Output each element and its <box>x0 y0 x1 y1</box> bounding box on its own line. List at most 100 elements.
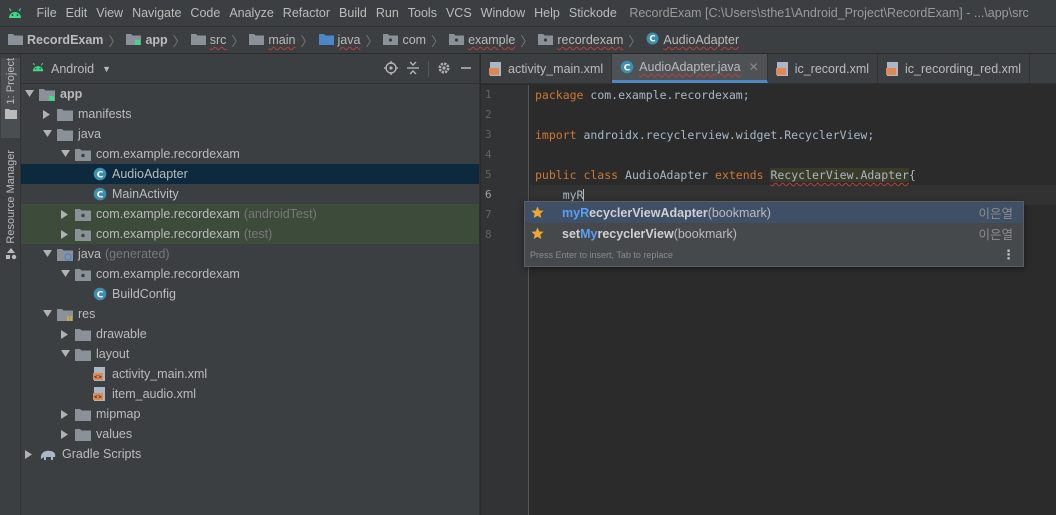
breadcrumb-com[interactable]: com <box>383 33 426 48</box>
breadcrumb-example[interactable]: example <box>449 33 515 48</box>
close-icon[interactable]: ✕ <box>749 60 759 74</box>
menu-tools[interactable]: Tools <box>403 6 441 20</box>
tree-node-res[interactable]: res <box>21 304 479 324</box>
android-icon <box>31 61 45 76</box>
breadcrumb-project[interactable]: RecordExam <box>8 33 103 48</box>
package-icon <box>75 148 91 161</box>
breadcrumb-label: recordexam <box>557 33 624 47</box>
collapsed-arrow-icon[interactable] <box>59 329 71 339</box>
tree-node-drawable[interactable]: drawable <box>21 324 479 344</box>
match-text: My <box>580 226 598 241</box>
tree-node-buildconfig[interactable]: C BuildConfig <box>21 284 479 304</box>
xml-file-icon <box>775 61 790 76</box>
collapsed-arrow-icon[interactable] <box>59 409 71 419</box>
menu-edit[interactable]: Edit <box>61 6 92 20</box>
tree-node-package-generated[interactable]: com.example.recordexam <box>21 264 479 284</box>
collapsed-arrow-icon[interactable] <box>23 449 35 459</box>
breadcrumb-label: app <box>145 33 168 47</box>
menu-code[interactable]: Code <box>186 6 225 20</box>
collapsed-arrow-icon[interactable] <box>59 429 71 439</box>
tree-node-package-androidtest[interactable]: com.example.recordexam (androidTest) <box>21 204 479 224</box>
tab-ic-record-xml[interactable]: ic_record.xml <box>768 54 879 83</box>
resource-manager-tab[interactable]: Resource Manager <box>1 150 20 270</box>
menu-stickode[interactable]: Stickode <box>564 6 621 20</box>
tree-node-mipmap[interactable]: mipmap <box>21 404 479 424</box>
tree-node-gradle-scripts[interactable]: Gradle Scripts <box>21 444 479 464</box>
breadcrumb-main[interactable]: main <box>249 33 295 48</box>
menu-file[interactable]: File <box>32 6 61 20</box>
expand-arrow-icon[interactable] <box>41 310 53 318</box>
code-editor: activity_main.xml C AudioAdapter.java ✕ … <box>481 54 1056 515</box>
more-options-icon[interactable]: ⋮ <box>1002 247 1015 263</box>
tree-node-app[interactable]: app <box>21 84 479 104</box>
collapsed-arrow-icon[interactable] <box>59 209 71 219</box>
expand-arrow-icon[interactable] <box>41 130 53 138</box>
tree-node-audioadapter[interactable]: C AudioAdapter <box>21 164 479 184</box>
locate-icon[interactable] <box>384 60 398 78</box>
code-class-name: AudioAdapter <box>618 168 716 182</box>
code-superclass: RecyclerView.Adapter <box>770 168 909 182</box>
tree-node-package-test[interactable]: com.example.recordexam (test) <box>21 224 479 244</box>
autocomplete-popup: myRecyclerViewAdapter(bookmark) 이은열 setM… <box>524 201 1024 267</box>
project-view-selector[interactable]: Android <box>51 62 94 76</box>
tab-ic-recording-red-xml[interactable]: ic_recording_red.xml <box>878 54 1031 83</box>
tab-audioadapter-java[interactable]: C AudioAdapter.java ✕ <box>612 54 768 83</box>
suggestion-text: set <box>562 226 581 241</box>
menu-help[interactable]: Help <box>530 6 565 20</box>
tree-node-layout[interactable]: layout <box>21 344 479 364</box>
tree-node-java[interactable]: java <box>21 124 479 144</box>
breadcrumb-class[interactable]: C AudioAdapter <box>646 32 739 48</box>
breadcrumb-src[interactable]: src <box>190 33 226 48</box>
breadcrumb-recordexam[interactable]: recordexam <box>538 33 623 48</box>
tab-label: activity_main.xml <box>508 61 604 76</box>
resource-manager-icon <box>5 247 17 263</box>
line-number: 4 <box>485 148 492 161</box>
expand-arrow-icon[interactable] <box>59 350 71 358</box>
project-tool-tab[interactable]: 1: Project <box>1 58 20 138</box>
collapsed-arrow-icon[interactable] <box>59 229 71 239</box>
menu-view[interactable]: View <box>92 6 128 20</box>
line-number: 3 <box>485 128 492 141</box>
tree-label: com.example.recordexam <box>96 267 240 281</box>
dropdown-caret-icon[interactable]: ▼ <box>102 64 111 74</box>
expand-arrow-icon[interactable] <box>23 90 35 98</box>
tree-node-values[interactable]: values <box>21 424 479 444</box>
folder-icon <box>8 33 23 48</box>
code-area[interactable]: package com.example.recordexam; import a… <box>530 85 1056 515</box>
tree-node-manifests[interactable]: manifests <box>21 104 479 124</box>
tree-label: java <box>78 247 101 261</box>
expand-arrow-icon[interactable] <box>41 250 53 258</box>
menu-navigate[interactable]: Navigate <box>128 6 186 20</box>
code-text: com.example.recordexam; <box>583 88 750 102</box>
tree-node-package-main[interactable]: com.example.recordexam <box>21 144 479 164</box>
menu-run[interactable]: Run <box>371 6 403 20</box>
expand-arrow-icon[interactable] <box>59 270 71 278</box>
menu-refactor[interactable]: Refactor <box>278 6 334 20</box>
collapsed-arrow-icon[interactable] <box>41 109 53 119</box>
collapse-all-icon[interactable] <box>406 61 420 78</box>
breadcrumb-label: RecordExam <box>27 33 104 47</box>
menu-build[interactable]: Build <box>335 6 372 20</box>
tree-node-activity-main-xml[interactable]: <> activity_main.xml <box>21 364 479 384</box>
breadcrumb-label: AudioAdapter <box>663 33 740 47</box>
tree-node-mainactivity[interactable]: C MainActivity <box>21 184 479 204</box>
tab-activity-main-xml[interactable]: activity_main.xml <box>481 54 613 83</box>
tab-label: ic_recording_red.xml <box>905 61 1022 76</box>
menu-analyze[interactable]: Analyze <box>225 6 278 20</box>
tree-node-item-audio-xml[interactable]: <> item_audio.xml <box>21 384 479 404</box>
expand-arrow-icon[interactable] <box>59 150 71 158</box>
breadcrumb-java[interactable]: java <box>318 33 360 48</box>
breadcrumb-label: com <box>402 33 427 47</box>
tree-label: res <box>78 307 96 321</box>
hide-panel-icon[interactable] <box>459 61 473 78</box>
autocomplete-item[interactable]: setMyrecyclerView(bookmark) 이은열 <box>525 223 1023 244</box>
menu-window[interactable]: Window <box>476 6 529 20</box>
tree-label: com.example.recordexam <box>96 227 240 241</box>
tree-node-java-generated[interactable]: java (generated) <box>21 244 479 264</box>
menu-vcs[interactable]: VCS <box>441 6 476 20</box>
tree-label: manifests <box>78 107 132 121</box>
autocomplete-item[interactable]: myRecyclerViewAdapter(bookmark) 이은열 <box>525 202 1023 223</box>
gear-icon[interactable] <box>437 61 451 78</box>
line-number: 8 <box>485 228 492 241</box>
breadcrumb-app[interactable]: app <box>126 33 168 48</box>
